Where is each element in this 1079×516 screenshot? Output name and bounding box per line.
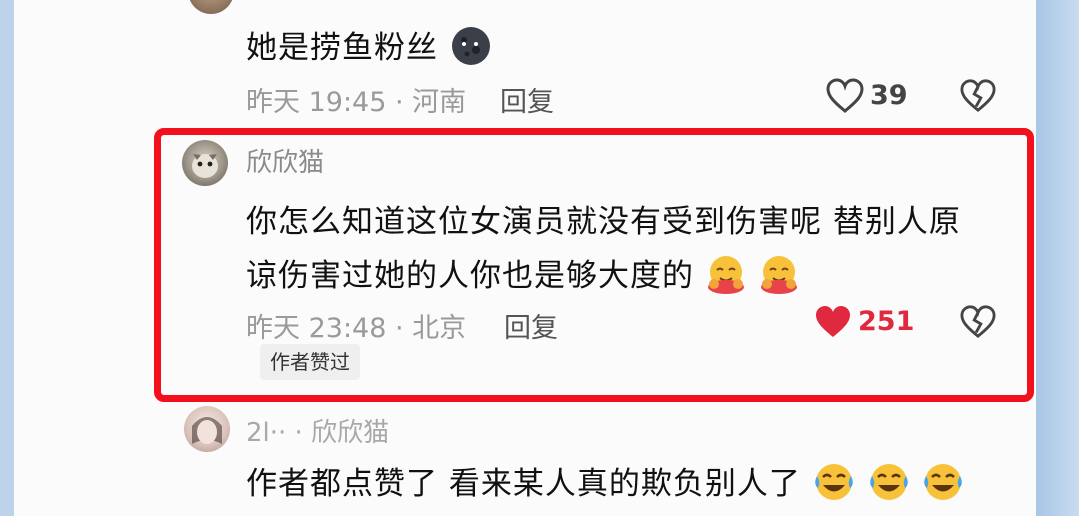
avatar[interactable] [184,406,230,452]
comment-meta: 昨天 23:48 · 北京 [246,313,467,344]
username[interactable]: 欣欣猫 [246,142,324,179]
dark-moon-emoji-icon [449,26,495,74]
comment-text-line-1: 你怎么知道这位女演员就没有受到伤害呢 替别人原 [246,204,961,240]
like-count: 251 [858,306,915,337]
crying-laughing-emoji-icon [921,462,965,510]
hug-emoji-icon [758,254,800,302]
reply-button[interactable]: 回复 [500,80,554,119]
avatar[interactable] [182,140,228,186]
broken-heart-icon[interactable] [960,304,996,344]
author-liked-badge: 作者赞过 [260,344,360,380]
background-edge [1036,0,1079,516]
broken-heart-icon[interactable] [960,78,996,118]
comment-text: 作者都点赞了 看来某人真的欺负别人了 [246,458,965,510]
crying-laughing-emoji-icon [812,462,856,510]
comment-list: 她是捞鱼粉丝 昨天 19:45 · 河南 回复 39 欣欣猫 你怎么知道这位女演… [14,0,1036,516]
comment-text: 她是捞鱼粉丝 [246,22,495,74]
hug-emoji-icon [705,254,747,302]
username[interactable]: 2l·· · 欣欣猫 [246,412,389,449]
avatar[interactable] [188,0,234,14]
comment-text-line-2: 谅伤害过她的人你也是够大度的 [246,250,800,302]
heart-icon[interactable] [814,304,852,344]
heart-icon[interactable] [826,78,864,118]
reply-button[interactable]: 回复 [504,306,558,345]
comment-meta: 昨天 19:45 · 河南 [246,87,467,118]
like-count: 39 [870,80,908,111]
crying-laughing-emoji-icon [867,462,911,510]
